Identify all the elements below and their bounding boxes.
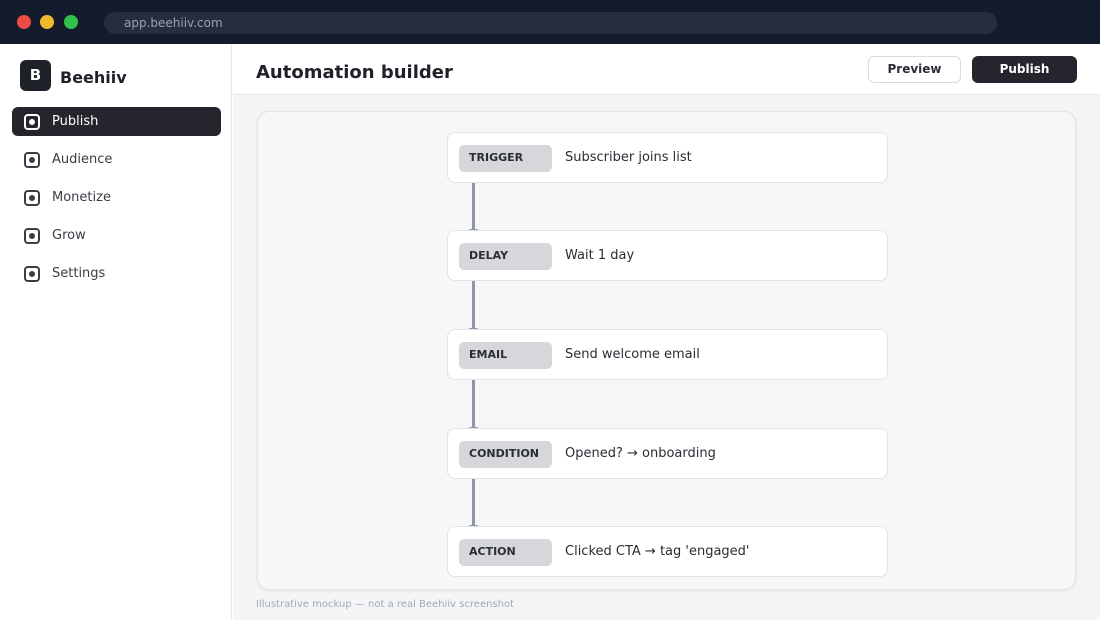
flow-node-delay[interactable]: DELAY Wait 1 day — [447, 230, 888, 281]
sidebar-item-grow[interactable]: Grow — [12, 221, 221, 250]
preview-button[interactable]: Preview — [868, 56, 961, 83]
brand-name: Beehiiv — [60, 68, 127, 87]
box-dot-icon — [24, 266, 40, 282]
sidebar-item-label: Grow — [52, 228, 86, 243]
browser-chrome: app.beehiiv.com — [0, 0, 1100, 44]
sidebar-item-monetize[interactable]: Monetize — [12, 183, 221, 212]
box-dot-icon — [24, 228, 40, 244]
flow-node-condition[interactable]: CONDITION Opened? → onboarding — [447, 428, 888, 479]
node-type-badge: TRIGGER — [459, 145, 552, 172]
node-label: Wait 1 day — [565, 248, 635, 263]
sidebar-nav: Publish Audience Monetize Grow Settings — [12, 107, 221, 297]
flow-connector — [469, 380, 478, 430]
page-header: Automation builder Preview Publish — [233, 44, 1100, 95]
node-type-badge: DELAY — [459, 243, 552, 270]
flow-connector — [469, 479, 478, 528]
minimize-window-button[interactable] — [40, 15, 54, 29]
sidebar-item-label: Audience — [52, 152, 113, 167]
page-title: Automation builder — [256, 62, 453, 83]
sidebar-item-label: Monetize — [52, 190, 111, 205]
close-window-button[interactable] — [17, 15, 31, 29]
automation-canvas: TRIGGER Subscriber joins list DELAY Wait… — [257, 111, 1076, 590]
node-label: Subscriber joins list — [565, 150, 692, 165]
box-dot-icon — [24, 114, 40, 130]
flow-node-trigger[interactable]: TRIGGER Subscriber joins list — [447, 132, 888, 183]
node-type-badge: ACTION — [459, 539, 552, 566]
address-bar[interactable]: app.beehiiv.com — [104, 12, 997, 34]
sidebar-item-label: Settings — [52, 266, 106, 281]
flow-node-email[interactable]: EMAIL Send welcome email — [447, 329, 888, 380]
node-type-badge: EMAIL — [459, 342, 552, 369]
disclaimer-note: Illustrative mockup — not a real Beehiiv… — [256, 599, 515, 610]
box-dot-icon — [24, 152, 40, 168]
sidebar-item-settings[interactable]: Settings — [12, 259, 221, 288]
sidebar-item-label: Publish — [52, 114, 99, 129]
sidebar-item-audience[interactable]: Audience — [12, 145, 221, 174]
node-label: Clicked CTA → tag 'engaged' — [565, 544, 750, 559]
node-type-badge: CONDITION — [459, 441, 552, 468]
main-area: TRIGGER Subscriber joins list DELAY Wait… — [233, 95, 1100, 620]
flow-node-action[interactable]: ACTION Clicked CTA → tag 'engaged' — [447, 526, 888, 577]
box-dot-icon — [24, 190, 40, 206]
node-label: Opened? → onboarding — [565, 446, 716, 461]
flow-connector — [469, 183, 478, 232]
sidebar: B Beehiiv Publish Audience Monetize Grow… — [0, 44, 232, 620]
flow-connector — [469, 281, 478, 331]
sidebar-item-publish[interactable]: Publish — [12, 107, 221, 136]
logo[interactable]: B — [20, 60, 51, 91]
maximize-window-button[interactable] — [64, 15, 78, 29]
node-label: Send welcome email — [565, 347, 700, 362]
publish-button[interactable]: Publish — [972, 56, 1077, 83]
